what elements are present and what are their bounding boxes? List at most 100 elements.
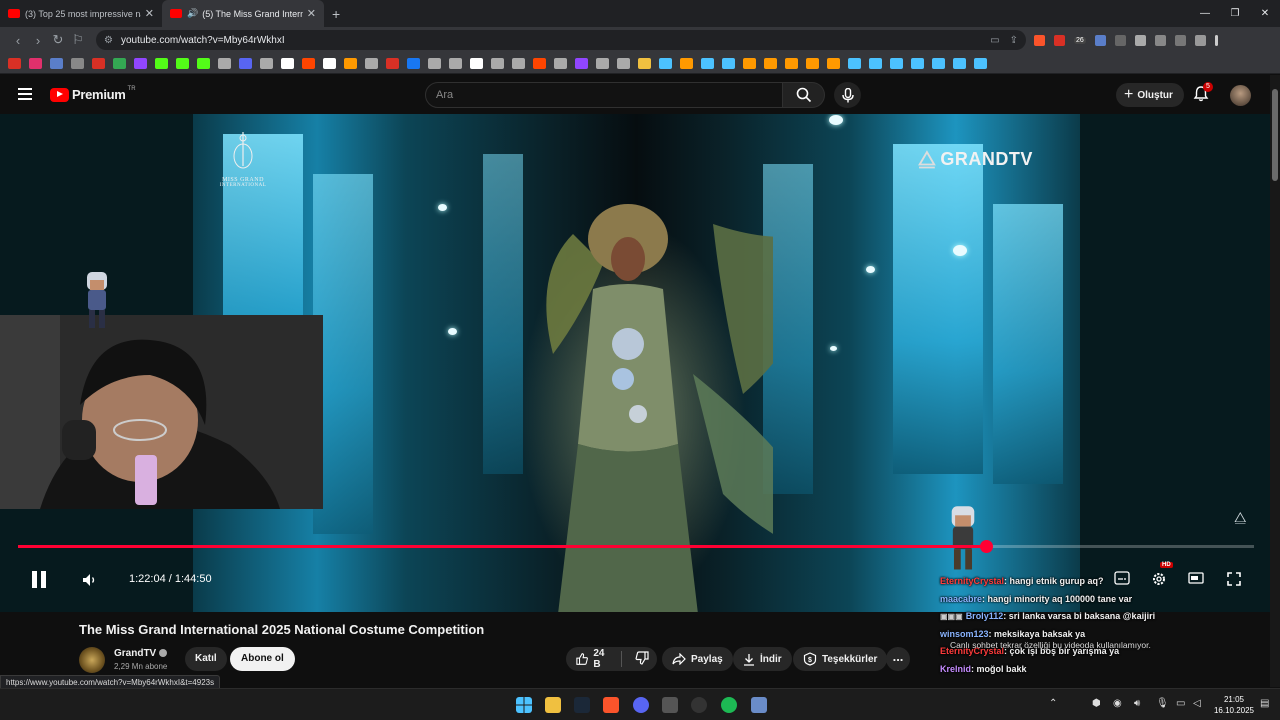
minimize-icon[interactable]: — xyxy=(1190,0,1220,27)
windows-start-icon[interactable] xyxy=(516,697,532,713)
bookmark-favicon-icon[interactable] xyxy=(302,57,315,69)
channel-avatar[interactable] xyxy=(79,647,105,673)
app-icon[interactable] xyxy=(662,697,678,713)
bookmark-favicon-icon[interactable] xyxy=(260,57,273,69)
system-clock[interactable]: 21:05 16.10.2025 xyxy=(1212,694,1256,716)
bookmark-favicon-icon[interactable] xyxy=(218,57,231,69)
bookmark-favicon-icon[interactable] xyxy=(533,57,546,69)
bookmark-favicon-icon[interactable] xyxy=(512,57,525,69)
share-button[interactable]: Paylaş xyxy=(662,647,733,671)
more-actions-button[interactable]: ... xyxy=(886,647,910,671)
bookmark-favicon-icon[interactable] xyxy=(29,57,42,69)
bookmark-favicon-icon[interactable] xyxy=(113,57,126,69)
bookmark-favicon-icon[interactable] xyxy=(323,57,336,69)
chat-username[interactable]: Krelnid xyxy=(940,664,971,674)
brave-shields-icon[interactable] xyxy=(1034,34,1045,46)
brave-browser-icon[interactable] xyxy=(603,697,619,713)
steam-icon[interactable] xyxy=(574,697,590,713)
volume-button[interactable] xyxy=(82,572,100,588)
bookmark-favicon-icon[interactable] xyxy=(155,57,168,69)
chat-username[interactable]: winsom123 xyxy=(940,629,989,639)
bookmark-favicon-icon[interactable] xyxy=(575,57,588,69)
channel-watermark-icon[interactable]: ⧋ xyxy=(1234,509,1247,526)
bookmark-favicon-icon[interactable] xyxy=(134,57,147,69)
share-page-icon[interactable]: ⇪ xyxy=(1010,35,1018,46)
tray-network-icon[interactable]: ▭ xyxy=(1176,698,1185,709)
bookmark-favicon-icon[interactable] xyxy=(932,57,945,69)
media-control-icon[interactable] xyxy=(1194,34,1206,46)
menu-icon[interactable] xyxy=(18,88,32,100)
bookmark-favicon-icon[interactable] xyxy=(92,57,105,69)
bookmark-favicon-icon[interactable] xyxy=(386,57,399,69)
bookmark-favicon-icon[interactable] xyxy=(680,57,693,69)
app-icon[interactable] xyxy=(751,697,767,713)
search-button[interactable] xyxy=(783,82,825,108)
create-button[interactable]: + Oluştur xyxy=(1116,83,1184,107)
bookmark-icon[interactable]: ⚐ xyxy=(68,32,88,48)
bookmark-favicon-icon[interactable] xyxy=(848,57,861,69)
bookmark-favicon-icon[interactable] xyxy=(806,57,819,69)
bookmark-favicon-icon[interactable] xyxy=(785,57,798,69)
extension-icon[interactable] xyxy=(1094,34,1106,46)
bookmark-favicon-icon[interactable] xyxy=(911,57,924,69)
audio-playing-icon[interactable]: 🔊 xyxy=(187,8,198,19)
bookmark-favicon-icon[interactable] xyxy=(890,57,903,69)
tray-microphone-icon[interactable]: 🎙︎ xyxy=(1156,698,1169,709)
bookmark-favicon-icon[interactable] xyxy=(470,57,483,69)
scrollbar-thumb[interactable] xyxy=(1272,89,1278,181)
bookmark-favicon-icon[interactable] xyxy=(50,57,63,69)
bookmark-favicon-icon[interactable] xyxy=(449,57,462,69)
back-icon[interactable]: ‹ xyxy=(8,33,28,48)
close-tab-icon[interactable]: ✕ xyxy=(307,7,316,20)
bookmark-favicon-icon[interactable] xyxy=(638,57,651,69)
browser-tab-2[interactable]: 🔊 (5) The Miss Grand International 2025 … xyxy=(162,0,324,27)
bookmark-favicon-icon[interactable] xyxy=(71,57,84,69)
thanks-button[interactable]: $ Teşekkürler xyxy=(793,647,888,671)
tray-overflow-icon[interactable]: ⌃ xyxy=(1049,698,1057,709)
extension-icon[interactable] xyxy=(1054,34,1065,46)
subscribe-button[interactable]: Abone ol xyxy=(230,647,295,671)
bookmark-favicon-icon[interactable] xyxy=(953,57,966,69)
bookmark-favicon-icon[interactable] xyxy=(596,57,609,69)
bookmark-favicon-icon[interactable] xyxy=(281,57,294,69)
bookmark-favicon-icon[interactable] xyxy=(176,57,189,69)
notification-center-icon[interactable]: ▤ xyxy=(1260,698,1269,709)
menu-icon[interactable] xyxy=(1214,34,1218,46)
bookmark-favicon-icon[interactable] xyxy=(428,57,441,69)
join-button[interactable]: Katıl xyxy=(185,647,227,671)
close-window-icon[interactable]: ✕ xyxy=(1250,0,1280,27)
bookmark-favicon-icon[interactable] xyxy=(8,57,21,69)
voice-search-button[interactable] xyxy=(834,82,861,108)
file-explorer-icon[interactable] xyxy=(545,697,561,713)
page-scrollbar[interactable] xyxy=(1270,75,1280,687)
bookmark-favicon-icon[interactable] xyxy=(491,57,504,69)
bookmark-favicon-icon[interactable] xyxy=(617,57,630,69)
bookmark-favicon-icon[interactable] xyxy=(743,57,756,69)
reload-icon[interactable]: ↻ xyxy=(48,32,68,48)
tray-app-icon[interactable]: ⬢ xyxy=(1092,698,1101,709)
scrubber-handle[interactable] xyxy=(979,540,993,553)
tray-steam-icon[interactable]: ◉ xyxy=(1113,698,1122,709)
address-bar[interactable]: ⚙ youtube.com/watch?v=Mby64rWkhxI ▭ ⇪ xyxy=(96,30,1026,50)
progress-bar[interactable] xyxy=(18,540,1254,553)
new-tab-button[interactable]: + xyxy=(332,6,340,22)
browser-tab-1[interactable]: (3) Top 25 most impressive national c ✕ xyxy=(0,0,162,27)
bookmark-favicon-icon[interactable] xyxy=(365,57,378,69)
pause-button[interactable] xyxy=(32,571,50,589)
chat-username[interactable]: maacabre xyxy=(940,594,982,604)
dislike-button[interactable] xyxy=(627,650,657,668)
spotify-icon[interactable] xyxy=(721,697,737,713)
tray-volume-icon[interactable]: 🔊︎ xyxy=(1134,698,1140,709)
bookmark-favicon-icon[interactable] xyxy=(869,57,882,69)
like-button[interactable]: 24 B xyxy=(566,648,622,670)
bookmark-favicon-icon[interactable] xyxy=(554,57,567,69)
sidebar-icon[interactable] xyxy=(1174,34,1186,46)
puzzle-icon[interactable] xyxy=(1154,34,1166,46)
bookmark-favicon-icon[interactable] xyxy=(344,57,357,69)
video-player[interactable]: ⧋ GRANDTV MISS GRAND INTERNATIONAL ⧋ 1:2… xyxy=(0,114,1270,612)
bookmark-favicon-icon[interactable] xyxy=(659,57,672,69)
cast-icon[interactable]: ▭ xyxy=(990,35,999,46)
site-info-icon[interactable]: ⚙ xyxy=(104,35,113,46)
bookmark-favicon-icon[interactable] xyxy=(974,57,987,69)
extension-icon[interactable] xyxy=(1134,34,1146,46)
